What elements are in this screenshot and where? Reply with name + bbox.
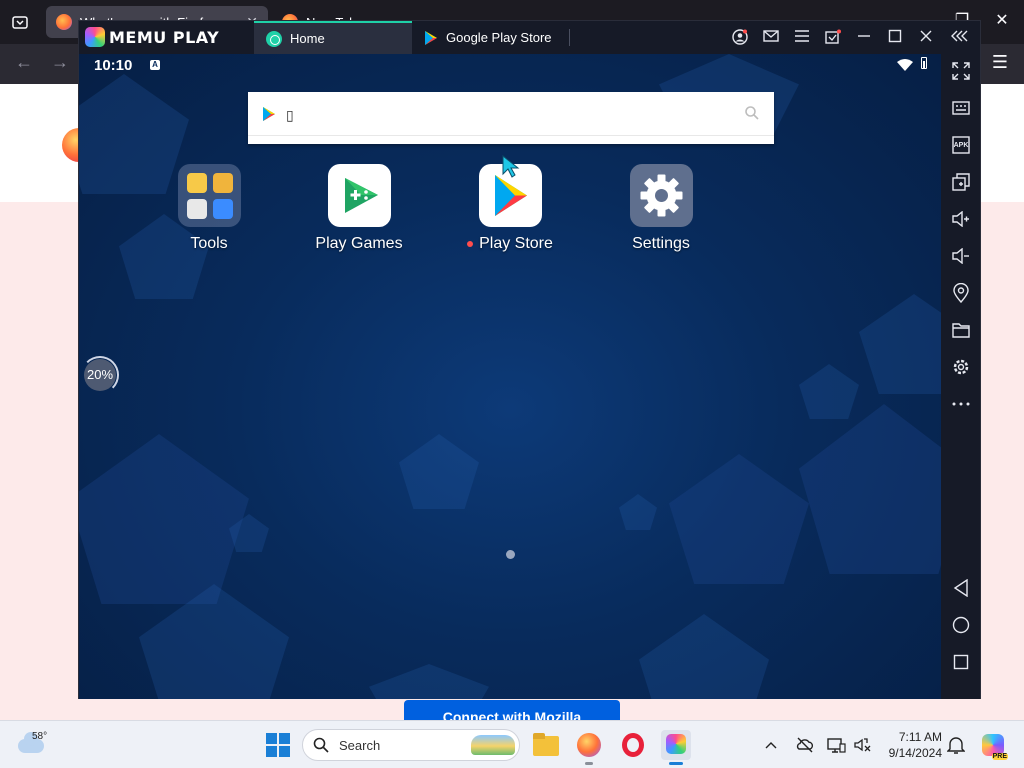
network-volume-icon[interactable] <box>853 735 873 755</box>
menu-icon[interactable] <box>791 26 813 48</box>
forward-arrow-icon[interactable]: → <box>48 52 72 73</box>
account-icon[interactable] <box>729 26 751 48</box>
google-play-icon <box>262 106 276 127</box>
search-label: Search <box>339 738 381 753</box>
home-icon[interactable] <box>949 613 973 637</box>
app-label: Play Store <box>479 235 553 252</box>
volume-up-icon[interactable] <box>949 207 973 231</box>
notifications-bell-icon[interactable] <box>947 735 967 755</box>
app-settings[interactable]: Settings <box>601 164 721 253</box>
device-status-icon[interactable] <box>826 735 846 755</box>
android-clock: 10:10 <box>94 57 133 74</box>
bg-shape <box>799 404 941 574</box>
windows-taskbar: 58° Search 7:11 AM 9/14/2024 PRE <box>0 720 1024 768</box>
taskbar-search[interactable]: Search <box>302 729 520 761</box>
apk-label: APK <box>953 141 969 149</box>
back-icon[interactable] <box>949 576 973 600</box>
weather-widget[interactable]: 58° <box>18 731 66 759</box>
play-games-icon <box>327 164 391 227</box>
app-label: Settings <box>632 235 690 252</box>
memu-logo-text: MEMU PLAY <box>109 27 220 47</box>
hamburger-menu-icon[interactable]: ☰ <box>988 52 1012 73</box>
show-hidden-icons-chevron-icon[interactable] <box>764 735 784 755</box>
search-icon[interactable] <box>744 105 760 126</box>
folder-icon[interactable] <box>949 318 973 342</box>
bg-shape <box>399 434 479 509</box>
apk-icon[interactable]: APK <box>949 133 973 157</box>
settings-gear-icon <box>629 164 693 227</box>
bg-shape <box>619 494 657 530</box>
onedrive-offline-icon[interactable] <box>795 735 815 755</box>
copilot-badge: PRE <box>991 753 1008 760</box>
bg-shape <box>859 294 941 394</box>
tools-folder-icon <box>177 164 241 227</box>
opera-taskbar-icon[interactable] <box>618 730 648 760</box>
copilot-icon[interactable]: PRE <box>982 734 1008 760</box>
recents-icon[interactable] <box>949 650 973 674</box>
mail-icon[interactable] <box>760 26 782 48</box>
bg-shape <box>639 614 769 699</box>
app-label: Tools <box>190 235 228 252</box>
search-highlight-icon <box>471 735 515 755</box>
app-tools[interactable]: Tools <box>149 164 269 253</box>
memu-gem-icon <box>85 27 105 47</box>
new-indicator-dot <box>467 241 474 247</box>
multi-instance-icon[interactable] <box>949 170 973 194</box>
time: 7:11 AM <box>898 730 942 744</box>
connect-with-mozilla-button[interactable]: Connect with Mozilla <box>404 700 620 722</box>
settings-icon[interactable] <box>949 355 973 379</box>
play-search-input[interactable] <box>286 105 726 125</box>
firefox-favicon-icon <box>56 14 72 30</box>
mouse-cursor-icon <box>502 154 520 184</box>
android-status-bar: 10:10 A <box>79 54 941 78</box>
date: 9/14/2024 <box>888 746 942 760</box>
fullscreen-icon[interactable] <box>949 59 973 83</box>
play-search-bar[interactable] <box>248 92 774 144</box>
bg-shape <box>369 664 489 699</box>
google-play-icon <box>424 30 438 46</box>
bg-shape <box>79 434 249 604</box>
list-all-tabs-icon[interactable] <box>10 12 30 32</box>
location-icon[interactable] <box>949 281 973 305</box>
app-label: Play Games <box>315 235 403 252</box>
start-button[interactable] <box>264 730 294 760</box>
search-icon <box>313 737 329 758</box>
close-icon[interactable] <box>915 26 937 48</box>
keyboard-icon[interactable] <box>949 96 973 120</box>
file-explorer-icon[interactable] <box>531 730 561 760</box>
memu-tab-google-play-store[interactable]: Google Play Store <box>412 21 570 54</box>
tab-label: Google Play Store <box>446 30 552 45</box>
volume-down-icon[interactable] <box>949 244 973 268</box>
memu-titlebar: MEMU PLAY Home Google Play Store <box>79 21 980 54</box>
multi-window-icon[interactable] <box>822 26 844 48</box>
android-screen[interactable]: 10:10 A ▯ Tools Play Games Play Store Se… <box>79 54 941 699</box>
minimize-icon[interactable] <box>853 26 875 48</box>
memu-tab-home[interactable]: Home <box>254 21 412 54</box>
firefox-taskbar-icon[interactable] <box>574 730 604 765</box>
battery-icon <box>921 57 927 69</box>
notification-badge-icon: A <box>150 60 160 70</box>
bg-shape <box>669 454 809 584</box>
memu-window: MEMU PLAY Home Google Play Store 10:10 A… <box>78 20 981 699</box>
maximize-icon[interactable] <box>884 26 906 48</box>
temperature: 58° <box>32 731 48 742</box>
memu-logo: MEMU PLAY <box>85 27 219 47</box>
home-tab-icon <box>266 30 282 47</box>
clock[interactable]: 7:11 AM 9/14/2024 <box>876 729 942 761</box>
close-window-icon[interactable]: ✕ <box>982 10 1022 30</box>
wifi-icon <box>897 58 913 76</box>
back-arrow-icon[interactable]: ← <box>12 52 36 73</box>
collapse-sidebar-icon[interactable] <box>949 26 971 48</box>
progress-indicator: 20% <box>81 356 119 394</box>
memu-sidebar: APK <box>941 54 980 699</box>
page-indicator-dot <box>506 550 515 559</box>
memu-taskbar-icon[interactable] <box>661 730 691 765</box>
app-play-games[interactable]: Play Games <box>299 164 419 253</box>
bg-shape <box>799 364 859 419</box>
more-icon[interactable] <box>949 392 973 416</box>
tab-label: Home <box>290 31 325 46</box>
